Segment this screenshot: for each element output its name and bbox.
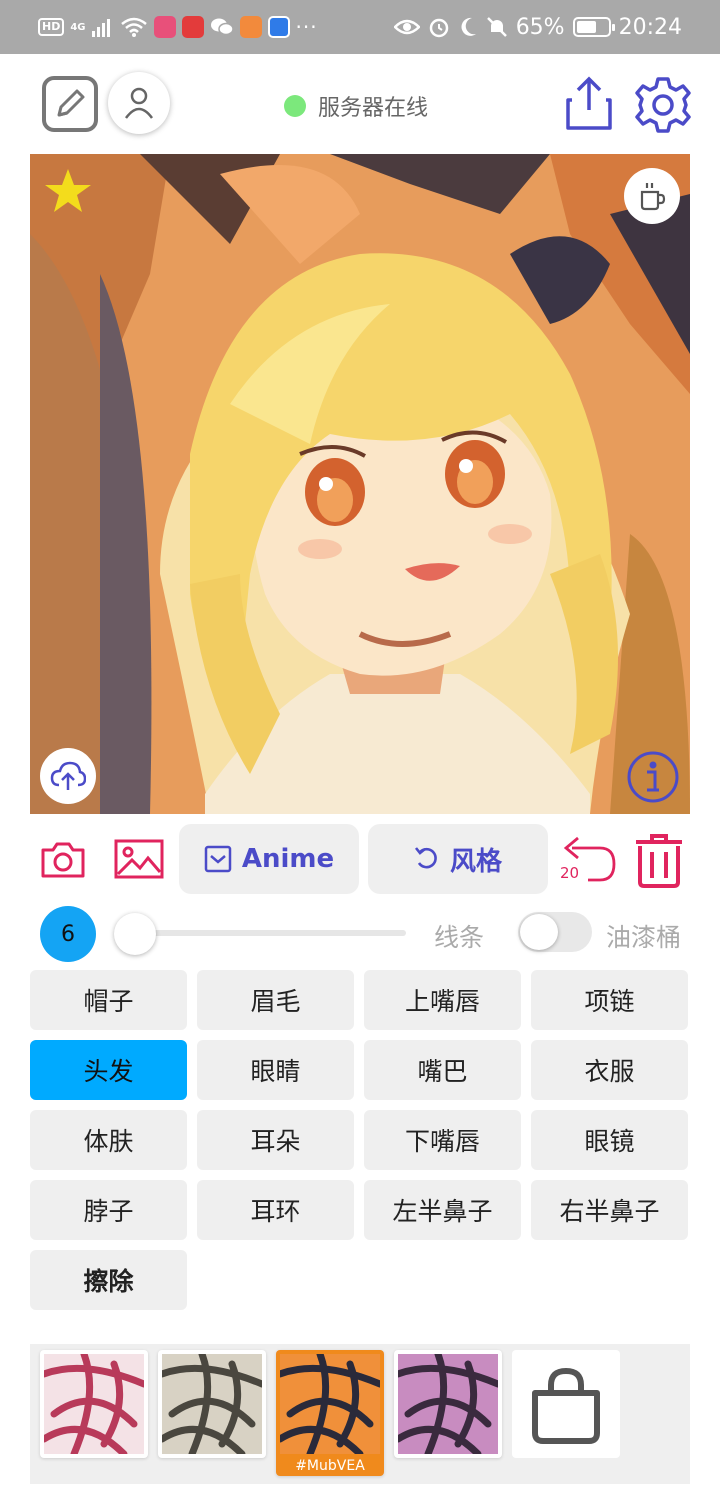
battery-percent: 65% — [515, 14, 565, 40]
anime-mode-button[interactable]: Anime — [179, 824, 359, 894]
style-thumbnail-image — [44, 1354, 144, 1454]
face-part-button[interactable]: 上嘴唇 — [364, 970, 521, 1030]
style-thumbnail[interactable] — [394, 1350, 502, 1458]
camera-icon[interactable] — [40, 838, 86, 880]
app-notify-icon — [153, 16, 176, 38]
face-part-button[interactable]: 头发 — [30, 1040, 187, 1100]
wifi-icon — [120, 17, 147, 37]
info-icon[interactable] — [626, 750, 680, 804]
face-part-button[interactable]: 擦除 — [30, 1250, 187, 1310]
cloud-upload-button[interactable] — [40, 748, 96, 804]
style-label: 风格 — [449, 846, 502, 877]
cloud-upload-icon — [50, 761, 86, 790]
edit-button[interactable] — [42, 76, 98, 132]
user-icon — [124, 87, 154, 119]
star-icon[interactable] — [42, 166, 94, 218]
coffee-icon — [640, 183, 666, 211]
face-part-button[interactable]: 耳环 — [197, 1180, 354, 1240]
face-part-grid: 帽子 眉毛 上嘴唇 项链头发 眼睛 嘴巴 衣服体肤 耳朵 下嘴唇 眼镜脖子 耳环 左半鼻子 右半鼻子擦除 — [30, 970, 690, 1310]
anime-mode-label: Anime — [241, 844, 335, 874]
battery-fill — [576, 21, 597, 33]
top-toolbar: 服务器在线 — [0, 54, 720, 154]
wechat-icon — [210, 18, 234, 36]
face-part-button[interactable]: 右半鼻子 — [531, 1180, 688, 1240]
lines-label: 线条 — [434, 923, 485, 952]
mute-bell-icon — [486, 17, 507, 37]
moon-icon — [461, 17, 476, 36]
paint-bucket-toggle[interactable] — [518, 912, 592, 952]
status-left: HD 4G ··· — [38, 14, 318, 40]
face-part-button[interactable]: 项链 — [531, 970, 688, 1030]
signal-icon — [91, 19, 110, 37]
face-part-button[interactable]: 下嘴唇 — [364, 1110, 521, 1170]
face-part-button[interactable]: 眼睛 — [197, 1040, 354, 1100]
face-part-button[interactable]: 脖子 — [30, 1180, 187, 1240]
face-part-button[interactable]: 衣服 — [531, 1040, 688, 1100]
face-part-button[interactable]: 嘴巴 — [364, 1040, 521, 1100]
face-part-button[interactable]: 帽子 — [30, 970, 187, 1030]
app-notify-icon — [181, 16, 204, 38]
hd-badge: HD — [38, 18, 65, 36]
anime-portrait-image — [30, 154, 690, 814]
more-notifications: ··· — [295, 15, 318, 39]
brush-size-slider-thumb[interactable] — [114, 913, 156, 955]
clock: 20:24 — [618, 14, 682, 40]
app-notify-icon — [267, 16, 290, 38]
face-part-button[interactable]: 体肤 — [30, 1110, 187, 1170]
paint-bucket-label: 油漆桶 — [606, 923, 682, 952]
face-part-button[interactable]: 眼镜 — [531, 1110, 688, 1170]
trash-icon[interactable] — [632, 832, 686, 888]
style-thumbnail[interactable]: #MubVEA — [276, 1350, 384, 1476]
gear-icon[interactable] — [634, 76, 692, 134]
eye-icon — [393, 19, 420, 35]
shopping-bag-icon — [532, 1367, 600, 1444]
image-icon[interactable] — [114, 838, 164, 880]
style-thumbnail-image — [162, 1354, 262, 1454]
user-button[interactable] — [108, 72, 170, 134]
brush-controls: 6 线条 油漆桶 — [0, 904, 720, 964]
paint-bucket-toggle-knob[interactable] — [520, 914, 558, 950]
style-thumbnail[interactable] — [40, 1350, 148, 1458]
brush-size-slider[interactable] — [120, 930, 406, 936]
face-part-button[interactable]: 左半鼻子 — [364, 1180, 521, 1240]
alarm-icon — [429, 18, 448, 38]
style-tag: #MubVEA — [295, 1458, 365, 1474]
style-thumbnails: #MubVEA — [30, 1344, 690, 1484]
style-thumbnail[interactable] — [158, 1350, 266, 1458]
battery-icon — [572, 17, 615, 37]
undo-count: 20 — [560, 864, 580, 882]
face-part-button[interactable]: 耳朵 — [197, 1110, 354, 1170]
rotate-icon — [414, 847, 437, 869]
brush-size-badge[interactable]: 6 — [40, 906, 96, 962]
action-bar: Anime 风格 20 — [0, 824, 720, 896]
style-button[interactable]: 风格 — [368, 824, 548, 894]
style-thumbnail-image — [280, 1354, 380, 1454]
mail-check-icon — [204, 845, 232, 873]
share-icon[interactable] — [564, 76, 614, 132]
edit-icon — [57, 89, 85, 117]
coffee-button[interactable] — [624, 168, 680, 224]
shop-button[interactable] — [512, 1350, 620, 1458]
status-right: 65% 20:24 — [393, 12, 682, 42]
server-status-text: 服务器在线 — [318, 96, 429, 121]
server-status: 服务器在线 — [284, 90, 428, 122]
app-notify-icon — [239, 16, 262, 38]
server-status-dot — [284, 95, 306, 117]
anime-portrait-canvas[interactable] — [30, 154, 690, 814]
style-thumbnail-image — [398, 1354, 498, 1454]
status-bar: HD 4G ··· 65% 20:24 — [0, 0, 720, 54]
face-part-button[interactable]: 眉毛 — [197, 970, 354, 1030]
network-type: 4G — [70, 21, 86, 33]
